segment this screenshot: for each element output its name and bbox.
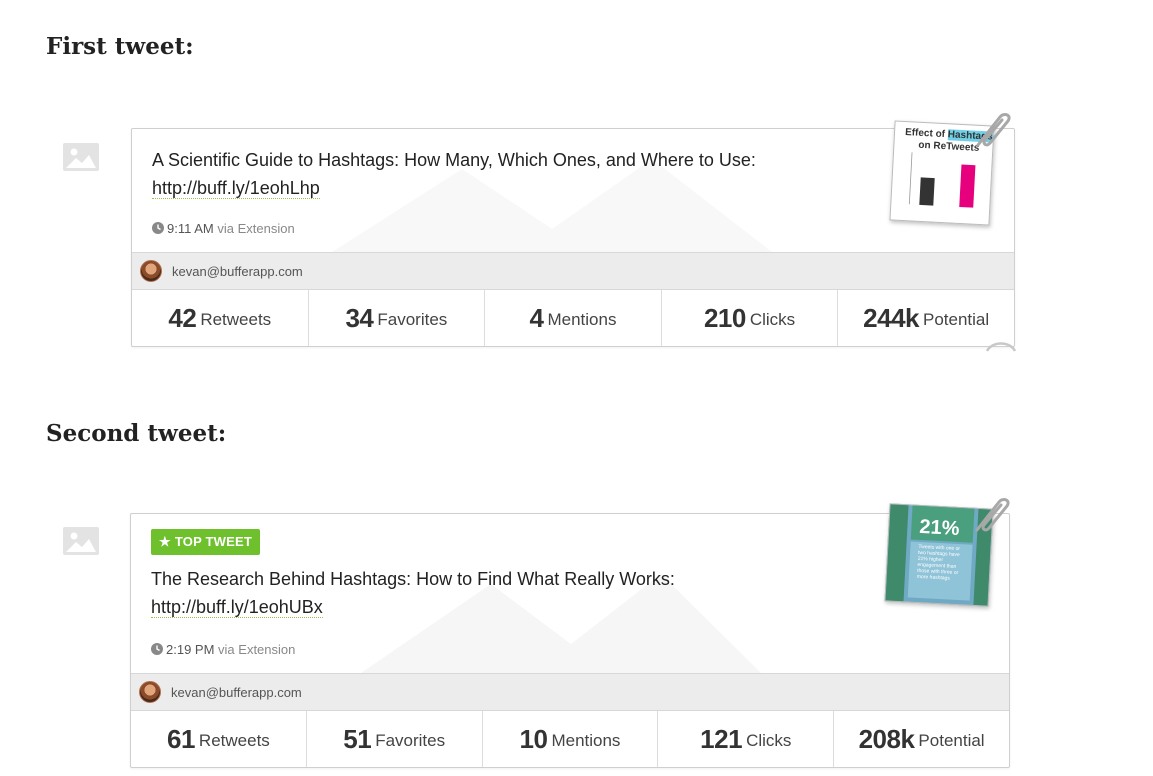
stat-number: 51 [343,723,372,754]
thumbnail-bar [919,177,935,206]
tweet-time: 2:19 PM [166,642,215,657]
thumbnail-stat: 21% [918,515,960,541]
stat-favorites: 34 Favorites [307,290,485,346]
stat-label: Potential [923,310,990,329]
stat-label: Mentions [547,310,617,329]
stat-retweets: 61 Retweets [131,711,306,767]
stat-number: 4 [529,302,544,333]
thumbnail-caption: Tweets with one or two hashtags have 21%… [916,543,961,582]
tweet-link[interactable]: http://buff.ly/1eohUBx [151,597,323,618]
section-heading-first: First tweet: [46,33,194,60]
stat-label: Retweets [200,310,272,329]
badge-label: TOP TWEET [174,534,253,549]
stat-number: 10 [519,723,548,754]
stat-number: 210 [703,302,746,333]
stat-label: Retweets [198,731,270,750]
user-email: kevan@bufferapp.com [171,684,302,700]
section-heading-second: Second tweet: [46,420,227,447]
stat-retweets: 42 Retweets [132,290,308,346]
stat-number: 244k [863,302,919,333]
star-icon: ★ [159,534,171,549]
stat-label: Favorites [377,310,448,329]
user-row: kevan@bufferapp.com [131,673,1009,711]
stat-number: 34 [345,302,374,333]
thumbnail-side-panel [885,504,909,602]
user-email: kevan@bufferapp.com [172,263,303,279]
image-placeholder-icon [62,142,100,172]
thumbnail-axis [908,152,913,205]
avatar [139,681,161,703]
tweet-link[interactable]: http://buff.ly/1eohLhp [152,178,320,199]
stat-number: 121 [700,723,743,754]
stat-label: Mentions [551,731,621,750]
clock-icon [152,222,164,234]
stat-number: 61 [167,723,195,754]
stats-row: 42 Retweets 34 Favorites 4 Mentions 210 Clic… [132,290,1014,346]
tweet-card[interactable]: A Scientific Guide to Hashtags: How Many… [131,112,1017,352]
user-row: kevan@bufferapp.com [132,252,1014,290]
tweet-text: A Scientific Guide to Hashtags: How Many… [152,146,842,202]
tweet-card[interactable]: ★ TOP TWEET The Research Behind Hashtags:… [130,497,1010,768]
tweet-meta: 9:11 AM via Extension [152,221,295,236]
paperclip-icon [975,497,1010,532]
top-tweet-badge: ★ TOP TWEET [151,529,261,555]
stat-clicks: 210 Clicks [660,290,838,346]
tweet-body: ★ TOP TWEET The Research Behind Hashtags:… [131,514,1009,673]
tweet-via: via Extension [217,221,295,236]
stat-potential: 244k Potential [837,290,1014,346]
tweet-text-content: The Research Behind Hashtags: How to Fin… [151,569,675,589]
tweet-text: The Research Behind Hashtags: How to Fin… [151,565,841,621]
paperclip-icon [976,112,1011,147]
stat-number: 42 [168,302,197,333]
stat-potential: 208k Potential [833,711,1009,767]
tweet-text-content: A Scientific Guide to Hashtags: How Many… [152,150,756,170]
stat-label: Potential [918,731,985,750]
stat-clicks: 121 Clicks [657,711,833,767]
stat-label: Clicks [749,310,796,329]
tweet-time: 9:11 AM [167,221,214,236]
stat-mentions: 4 Mentions [484,290,661,346]
stat-number: 208k [858,723,915,754]
clock-icon [151,643,163,655]
stat-mentions: 10 Mentions [481,711,658,767]
tweet-via: via Extension [218,642,296,657]
image-placeholder-icon [62,526,100,556]
thumbnail-bar [959,164,976,208]
tweet-body: A Scientific Guide to Hashtags: How Many… [132,129,1014,252]
avatar [140,260,162,282]
stats-row: 61 Retweets 51 Favorites 10 Mentions 121 Cli… [131,711,1009,767]
stat-label: Favorites [375,731,446,750]
tweet-meta: 2:19 PM via Extension [151,642,295,657]
stat-favorites: 51 Favorites [305,711,482,767]
paperclip-bottom-icon [985,342,1017,352]
stat-label: Clicks [746,731,792,750]
